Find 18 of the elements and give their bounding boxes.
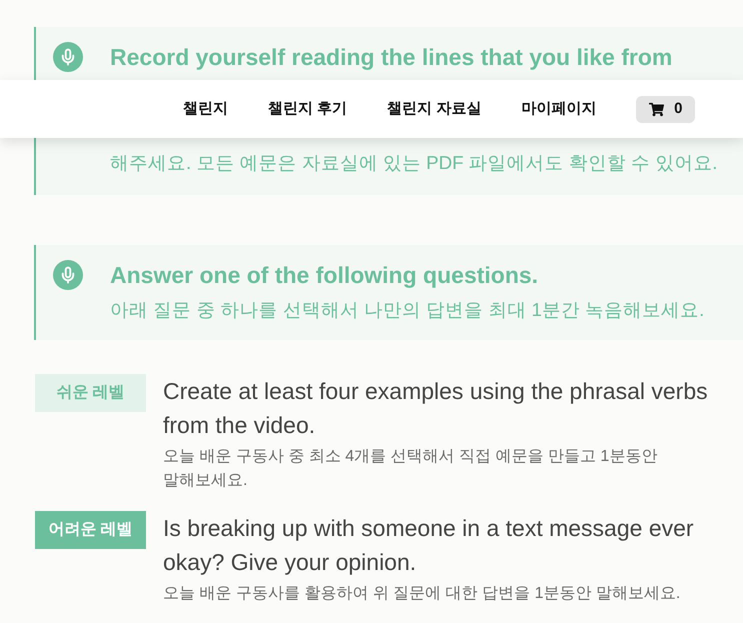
nav-link[interactable]: 챌린지 후기: [268, 98, 348, 120]
question-title: Is breaking up with someone in a text message ever okay? Give your opinion.: [163, 514, 695, 577]
microphone-icon: [53, 42, 83, 72]
nav-link[interactable]: 마이페이지: [521, 98, 596, 120]
microphone-icon: [53, 260, 83, 290]
prompt-subtitle: 해주세요. 모든 예문은 자료실에 있는 PDF 파일에서도 확인할 수 있어요.: [110, 151, 718, 175]
prompt-subtitle: 아래 질문 중 하나를 선택해서 나만의 답변을 최대 1분간 녹음해보세요.: [110, 298, 704, 322]
nav-link[interactable]: 챌린지 자료실: [387, 98, 482, 120]
level-badge: 쉬운 레벨: [35, 374, 146, 412]
question-description: 오늘 배운 구동사 중 최소 4개를 선택해서 직접 예문을 만들고 1분동안 말해보세요.: [163, 447, 658, 491]
level-badge: 어려운 레벨: [35, 511, 146, 549]
prompt-title: Record yourself reading the lines that you like from: [110, 43, 674, 72]
cart-button[interactable]: 0: [636, 96, 696, 122]
question-description: 오늘 배운 구동사를 활용하여 위 질문에 대한 답변을 1분동안 말해보세요.: [163, 584, 682, 604]
cart-icon: [649, 102, 664, 116]
prompt-title: Answer one of the following questions.: [110, 261, 540, 290]
question-title: Create at least four examples using the phrasal verbs from the video.: [163, 377, 709, 440]
nav-link[interactable]: 챌린지: [183, 98, 228, 120]
